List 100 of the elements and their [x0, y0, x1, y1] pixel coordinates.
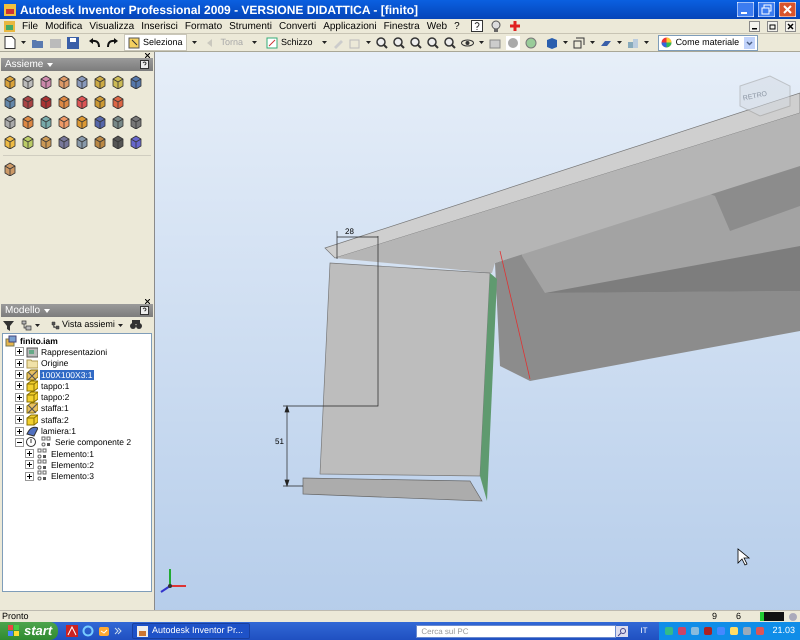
cube-icon[interactable]: [3, 75, 17, 89]
zoom-selected-icon[interactable]: [444, 36, 456, 48]
undo-icon[interactable]: [88, 36, 101, 48]
tree-item[interactable]: Elemento:1: [50, 448, 95, 459]
menu-item[interactable]: Finestra: [384, 18, 420, 34]
expand-icon[interactable]: [15, 415, 24, 424]
cube-icon[interactable]: [57, 135, 71, 149]
menu-item[interactable]: Applicazioni: [323, 18, 377, 34]
close-icon[interactable]: [785, 20, 796, 32]
zoom-window-icon[interactable]: [392, 36, 405, 48]
app-icon[interactable]: [66, 625, 78, 637]
search-field[interactable]: Cerca sul PC: [416, 624, 616, 638]
cube-icon[interactable]: [39, 95, 53, 109]
menu-item[interactable]: Web: [426, 18, 448, 34]
tree-item[interactable]: tappo:2: [40, 392, 70, 402]
expand-icon[interactable]: [25, 449, 34, 458]
cube-icon[interactable]: [93, 75, 107, 89]
expand-icon[interactable]: [15, 392, 24, 402]
toolbar-button[interactable]: Seleziona: [124, 34, 187, 51]
cube-icon[interactable]: [21, 95, 35, 109]
mail-icon[interactable]: [98, 625, 110, 637]
cube-icon[interactable]: [57, 75, 71, 89]
tree-item[interactable]: Serie componente 2: [54, 437, 132, 448]
cube-icon[interactable]: [75, 95, 89, 109]
expand-icon[interactable]: [25, 460, 34, 470]
tree-item[interactable]: Origine: [40, 358, 70, 368]
caret-icon[interactable]: [478, 41, 484, 44]
menu-item[interactable]: Visualizza: [89, 18, 134, 34]
cube-icon[interactable]: [129, 115, 143, 129]
menu-item[interactable]: Formato: [184, 18, 222, 34]
menu-item[interactable]: ?: [454, 18, 460, 34]
close-icon[interactable]: [145, 298, 150, 304]
start-button[interactable]: start: [0, 622, 58, 640]
caret-icon[interactable]: [21, 41, 26, 44]
restore-icon[interactable]: [767, 20, 778, 32]
cube-icon[interactable]: [111, 95, 125, 109]
caret-icon[interactable]: [366, 41, 371, 44]
zoom-icon[interactable]: [410, 36, 422, 48]
tree-item[interactable]: lamiera:1: [40, 426, 77, 436]
cube-icon[interactable]: [111, 115, 125, 129]
cube-icon[interactable]: [39, 135, 53, 149]
expand-icon[interactable]: [25, 472, 34, 481]
collapse-icon[interactable]: [15, 438, 24, 447]
menu-item[interactable]: Strumenti: [229, 18, 272, 34]
save-icon[interactable]: [67, 36, 79, 48]
menu-item[interactable]: Modifica: [45, 18, 82, 34]
menu-item[interactable]: File: [22, 18, 38, 34]
box-outline-icon[interactable]: [572, 36, 585, 48]
caret-icon[interactable]: [252, 41, 258, 44]
browser-icon[interactable]: [82, 625, 94, 637]
cube-icon[interactable]: [3, 135, 17, 149]
view-mode-button[interactable]: Vista assiemi: [51, 318, 115, 332]
cube-icon[interactable]: [93, 95, 107, 109]
cube-icon[interactable]: [57, 95, 71, 109]
cube-icon[interactable]: [21, 115, 35, 129]
cube-icon[interactable]: [93, 115, 107, 129]
tree-item[interactable]: 100X100X3:1: [40, 370, 94, 380]
hidden-edges-icon[interactable]: [524, 36, 537, 48]
cube-icon[interactable]: [3, 162, 17, 176]
new-file-icon[interactable]: [4, 36, 16, 49]
tree-item[interactable]: Rappresentazioni: [40, 346, 108, 357]
expand-icon[interactable]: [15, 347, 24, 356]
toolbar-button[interactable]: Schizzo: [262, 34, 317, 51]
cube-icon[interactable]: [129, 75, 143, 89]
cube-icon[interactable]: [39, 75, 53, 89]
appearance-dropdown[interactable]: Come materiale: [658, 34, 758, 50]
minimize-icon[interactable]: [749, 20, 760, 32]
chevron-icon[interactable]: [114, 627, 122, 635]
redo-icon[interactable]: [106, 36, 119, 48]
expand-icon[interactable]: [15, 404, 24, 413]
help-icon[interactable]: [140, 60, 149, 69]
menu-item[interactable]: Converti: [278, 18, 316, 34]
tree-item[interactable]: staffa:2: [40, 414, 70, 425]
tree-item[interactable]: finito.iam: [19, 336, 59, 346]
cube-icon[interactable]: [3, 95, 17, 109]
help-icon[interactable]: [140, 306, 149, 315]
tree-item[interactable]: staffa:1: [40, 403, 70, 414]
filter-icon[interactable]: [3, 320, 14, 330]
tree-item[interactable]: Elemento:2: [50, 460, 95, 470]
search-icon[interactable]: [616, 626, 628, 636]
tree-icon[interactable]: [21, 320, 32, 330]
cube-icon[interactable]: [75, 135, 89, 149]
tree-item[interactable]: Elemento:3: [50, 471, 95, 482]
expand-icon[interactable]: [15, 381, 24, 390]
plus-icon[interactable]: [508, 20, 521, 32]
expand-icon[interactable]: [15, 358, 24, 368]
cube-icon[interactable]: [57, 115, 71, 129]
caret-icon[interactable]: [192, 41, 197, 44]
caret-icon[interactable]: [35, 324, 40, 326]
binoculars-icon[interactable]: [130, 320, 142, 330]
cube-icon[interactable]: [3, 115, 17, 129]
close-icon[interactable]: [145, 52, 150, 58]
taskbar-button[interactable]: Autodesk Inventor Pr...: [132, 623, 250, 639]
cube-icon[interactable]: [129, 135, 143, 149]
caret-icon[interactable]: [118, 324, 123, 326]
tray-icon[interactable]: [729, 626, 740, 636]
cube-icon[interactable]: [111, 135, 125, 149]
caret-icon[interactable]: [644, 41, 649, 44]
help-icon[interactable]: [470, 20, 483, 32]
language-indicator[interactable]: IT: [640, 625, 648, 637]
